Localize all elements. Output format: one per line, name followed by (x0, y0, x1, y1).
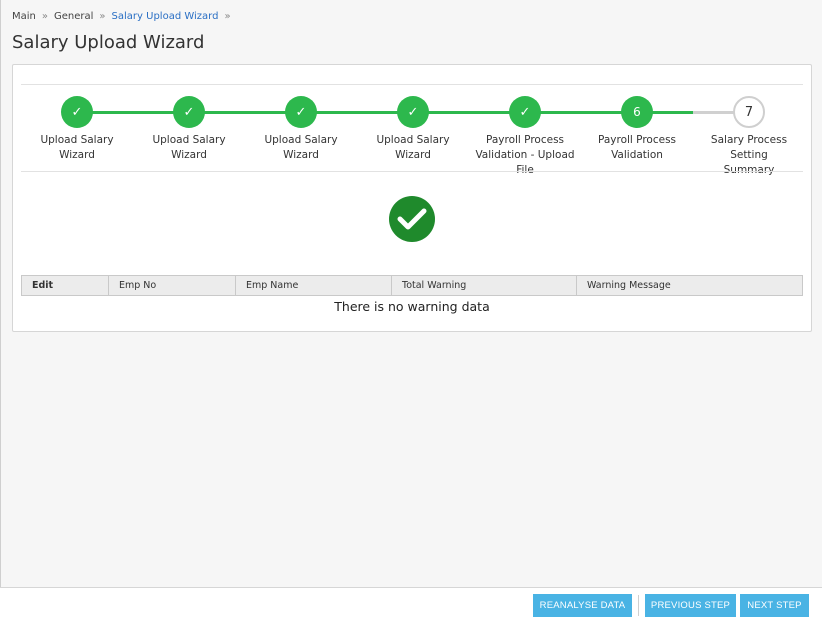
wizard-step-4[interactable]: ✓ Upload Salary Wizard (357, 93, 469, 163)
breadcrumb-general[interactable]: General (54, 11, 93, 22)
step-label: Payroll Process Validation (597, 134, 677, 161)
step-number-badge: 6 (621, 96, 653, 128)
step-number-badge: 7 (733, 96, 765, 128)
breadcrumb-salary-upload-wizard[interactable]: Salary Upload Wizard (112, 11, 219, 22)
wizard-footer: REANALYSE DATA PREVIOUS STEP NEXT STEP (0, 587, 822, 622)
breadcrumb-separator-icon: » (99, 11, 106, 22)
column-header-warning-message[interactable]: Warning Message (577, 276, 802, 295)
wizard-step-3[interactable]: ✓ Upload Salary Wizard (245, 93, 357, 163)
step-check-icon: ✓ (173, 96, 205, 128)
breadcrumb: Main » General » Salary Upload Wizard » (12, 11, 237, 22)
wizard-panel: ✓ Upload Salary Wizard ✓ Upload Salary W… (12, 64, 812, 332)
wizard-step-2[interactable]: ✓ Upload Salary Wizard (133, 93, 245, 163)
breadcrumb-main[interactable]: Main (12, 11, 36, 22)
wizard-step-1[interactable]: ✓ Upload Salary Wizard (21, 93, 133, 163)
column-header-edit[interactable]: Edit (22, 276, 109, 295)
step-label: Upload Salary Wizard (264, 134, 338, 161)
warning-grid: Edit Emp No Emp Name Total Warning Warni… (21, 275, 803, 314)
reanalyse-data-button[interactable]: REANALYSE DATA (533, 594, 632, 617)
step-label: Upload Salary Wizard (152, 134, 226, 161)
wizard-stepper: ✓ Upload Salary Wizard ✓ Upload Salary W… (21, 93, 805, 176)
step-check-icon: ✓ (397, 96, 429, 128)
column-header-emp-name[interactable]: Emp Name (236, 276, 392, 295)
divider (21, 171, 803, 172)
column-header-total-warning[interactable]: Total Warning (392, 276, 577, 295)
breadcrumb-separator-icon: » (41, 11, 48, 22)
next-step-button[interactable]: NEXT STEP (740, 594, 809, 617)
previous-step-button[interactable]: PREVIOUS STEP (645, 594, 736, 617)
step-label: Upload Salary Wizard (40, 134, 114, 161)
wizard-step-6[interactable]: 6 Payroll Process Validation (581, 93, 693, 163)
grid-header: Edit Emp No Emp Name Total Warning Warni… (21, 275, 803, 296)
step-check-icon: ✓ (509, 96, 541, 128)
breadcrumb-separator-icon: » (224, 11, 231, 22)
grid-empty-message: There is no warning data (334, 299, 490, 314)
divider (21, 84, 803, 85)
button-divider (638, 595, 639, 616)
wizard-step-7[interactable]: 7 Salary Process Setting Summary (693, 93, 805, 178)
step-check-icon: ✓ (285, 96, 317, 128)
check-circle-icon (389, 196, 435, 242)
step-check-icon: ✓ (61, 96, 93, 128)
wizard-step-5[interactable]: ✓ Payroll Process Validation - Upload Fi… (469, 93, 581, 178)
step-label: Upload Salary Wizard (376, 134, 450, 161)
column-header-emp-no[interactable]: Emp No (109, 276, 236, 295)
page-title: Salary Upload Wizard (12, 32, 205, 53)
